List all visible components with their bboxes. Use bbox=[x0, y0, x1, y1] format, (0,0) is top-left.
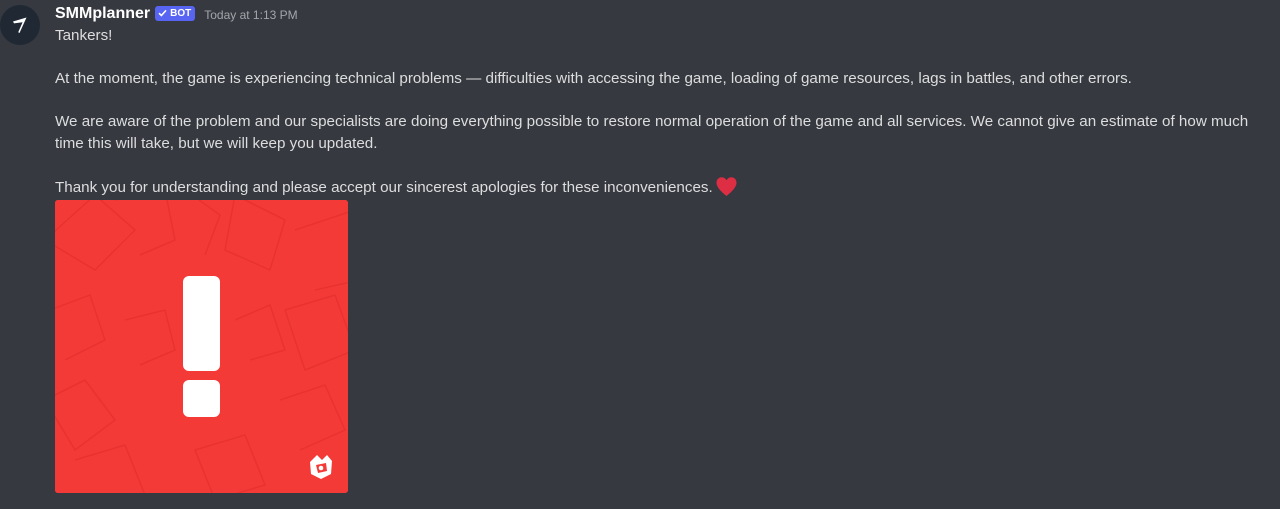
bot-badge-label: BOT bbox=[170, 7, 192, 19]
image-attachment[interactable] bbox=[55, 200, 348, 493]
message-timestamp[interactable]: Today at 1:13 PM bbox=[204, 8, 297, 22]
message-line: Tankers! bbox=[55, 27, 113, 44]
avatar[interactable] bbox=[0, 5, 40, 45]
chat-message: SMMplanner BOT Today at 1:13 PM Tankers!… bbox=[0, 0, 1280, 509]
bot-badge: BOT bbox=[155, 5, 196, 21]
message-text: Thank you for understanding and please a… bbox=[55, 178, 713, 196]
message-content: Tankers! At the moment, the game is expe… bbox=[55, 25, 1255, 203]
red-heart-icon[interactable] bbox=[715, 176, 738, 204]
verified-check-icon bbox=[158, 9, 167, 17]
attachment-image bbox=[55, 200, 348, 493]
message-header: SMMplanner BOT Today at 1:13 PM bbox=[55, 3, 298, 25]
arrow-logo-icon bbox=[13, 17, 27, 33]
message-line: At the moment, the game is experiencing … bbox=[55, 70, 1132, 87]
message-line-with-emoji: Thank you for understanding and please a… bbox=[55, 176, 1255, 204]
author-username[interactable]: SMMplanner bbox=[55, 5, 150, 23]
message-line: We are aware of the problem and our spec… bbox=[55, 113, 1249, 152]
exclamation-mark-icon bbox=[183, 276, 220, 371]
